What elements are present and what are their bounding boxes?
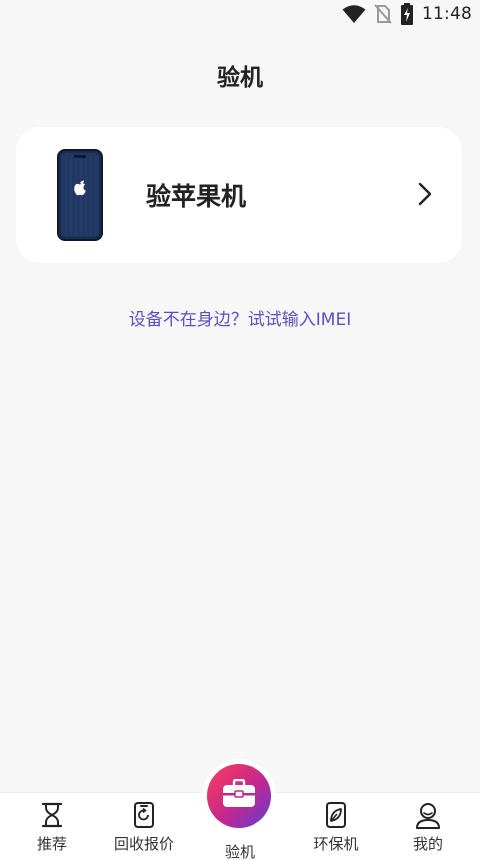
card-label: 验苹果机 [146, 182, 247, 211]
app-screen: 11:48 验机 验苹果机 设备不在身边？试试输入IMEI 推荐 回收报价 环保… [0, 0, 480, 861]
nav-item-eco-phone[interactable]: 环保机 [296, 801, 376, 854]
phone-refresh-icon [130, 801, 158, 829]
hourglass-icon [38, 801, 66, 829]
nav-label-inspect: 验机 [224, 843, 255, 861]
nav-item-inspect[interactable] [207, 764, 271, 828]
battery-charging-icon [400, 3, 414, 25]
nav-item-recommend[interactable]: 推荐 [12, 801, 92, 854]
nav-label: 推荐 [36, 835, 67, 853]
status-bar: 11:48 [0, 0, 480, 28]
user-icon [414, 801, 442, 829]
nav-label: 回收报价 [113, 835, 174, 853]
no-sim-icon [374, 4, 392, 24]
inspect-apple-device-card[interactable]: 验苹果机 [16, 127, 462, 263]
nav-label: 环保机 [313, 835, 359, 853]
chevron-right-icon [418, 182, 432, 210]
status-time: 11:48 [422, 4, 472, 24]
iphone-icon [57, 149, 103, 245]
nav-item-mine[interactable]: 我的 [388, 801, 468, 854]
imei-input-link[interactable]: 设备不在身边？试试输入IMEI [0, 305, 480, 330]
wifi-icon [342, 4, 366, 24]
page-title: 验机 [217, 65, 263, 91]
nav-item-recycle-quote[interactable]: 回收报价 [104, 801, 184, 854]
toolbox-icon [222, 778, 256, 813]
nav-label: 我的 [412, 835, 443, 853]
leaf-phone-icon [322, 801, 350, 829]
